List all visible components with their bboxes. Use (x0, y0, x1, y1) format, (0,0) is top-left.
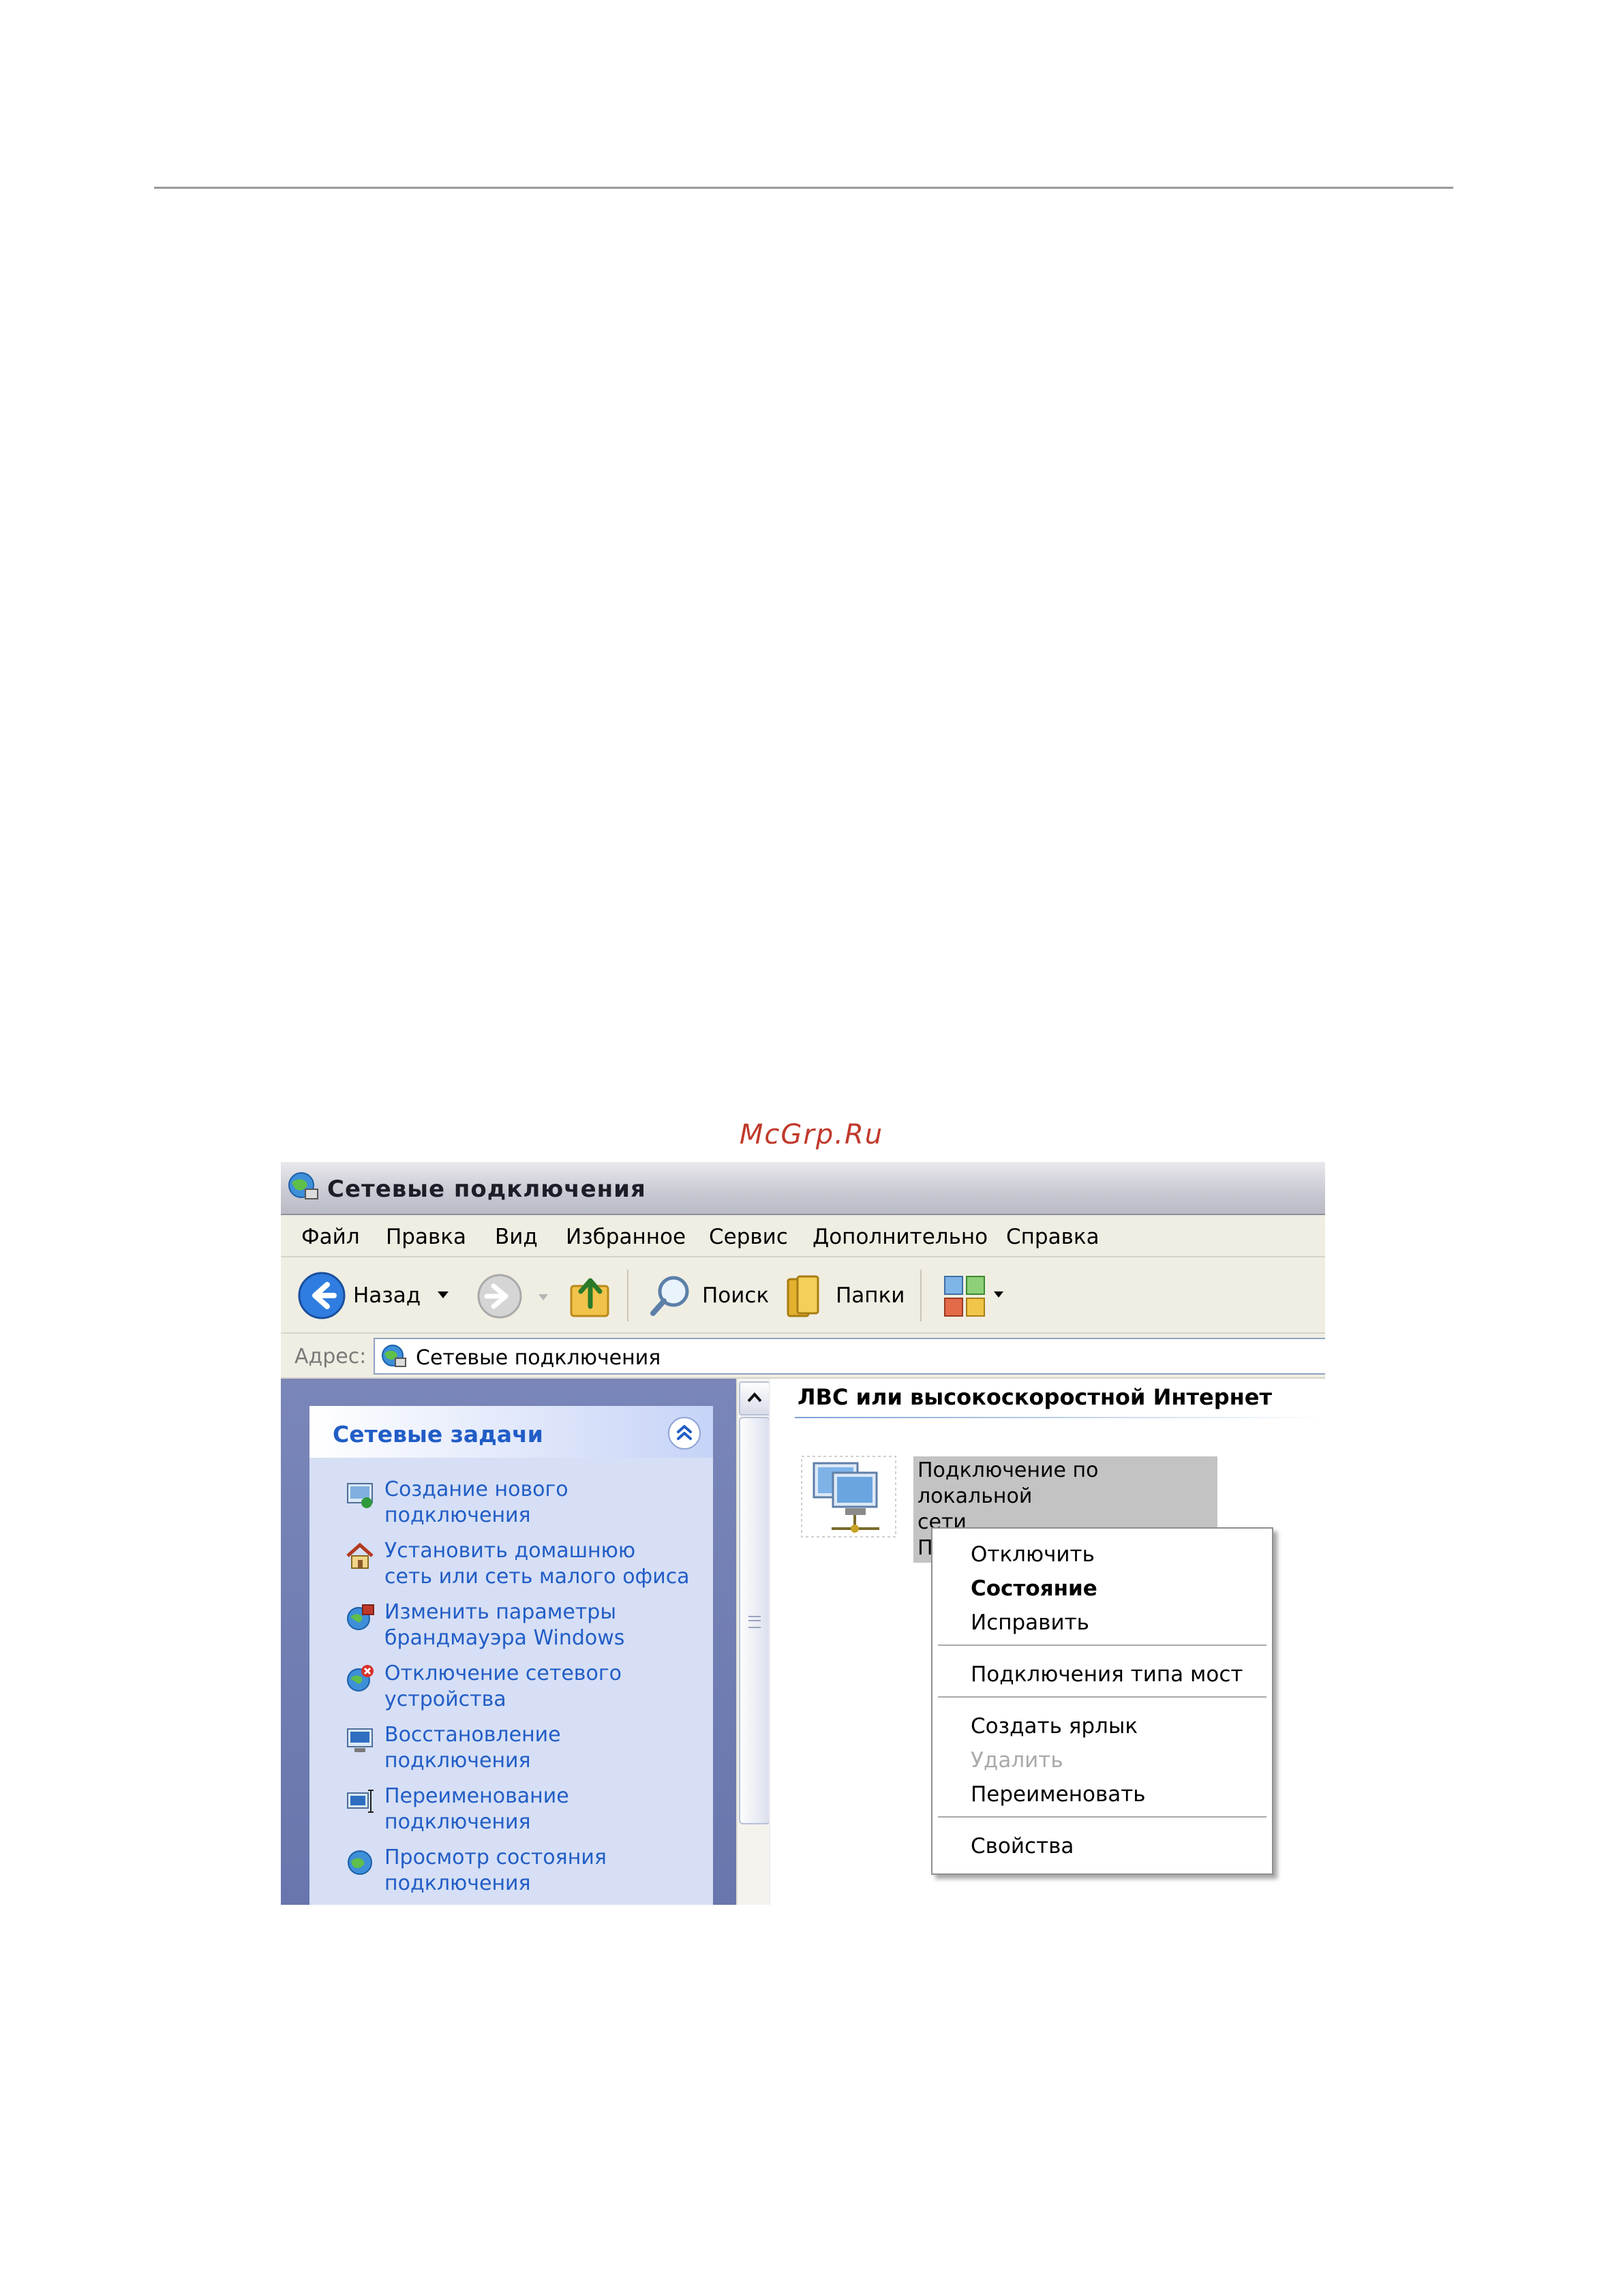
back-button[interactable]: Назад (297, 1270, 461, 1321)
task-pane: Сетевые задачи Создание нового подключени… (281, 1379, 736, 1905)
group-header: ЛВС или высокоскоростной Интернет (798, 1384, 1272, 1410)
forward-arrow-icon[interactable] (476, 1272, 524, 1320)
menu-advanced[interactable]: Дополнительно (813, 1225, 988, 1249)
collapse-button[interactable] (668, 1417, 701, 1450)
connection-name: Подключение по локальной (917, 1458, 1099, 1508)
title-bar[interactable]: Сетевые подключения (281, 1162, 1325, 1215)
search-button[interactable]: Поиск (648, 1270, 770, 1321)
context-menu: Отключить Состояние Исправить Подключени… (931, 1527, 1273, 1875)
task-pane-scrollbar[interactable] (736, 1379, 770, 1905)
menu-separator (938, 1696, 1266, 1698)
disable-device-icon (347, 1665, 374, 1692)
toolbar-separator (627, 1270, 628, 1321)
network-globe-icon (382, 1345, 406, 1367)
watermark: McGrp.Ru (739, 1119, 884, 1150)
page-header-rule (154, 187, 1453, 189)
address-value: Сетевые подключения (416, 1346, 661, 1370)
task-label: подключения (384, 1749, 531, 1773)
task-label: подключения (384, 1503, 531, 1527)
toolbar: Назад Поиск Папки (281, 1257, 1325, 1334)
ctx-disable[interactable]: Отключить (971, 1542, 1095, 1567)
repair-connection-icon (347, 1728, 373, 1752)
menu-tools[interactable]: Сервис (709, 1225, 788, 1249)
task-label: Просмотр состояния (384, 1846, 607, 1869)
scroll-up-button[interactable] (739, 1381, 770, 1415)
address-bar: Адрес: Сетевые подключения (281, 1334, 1325, 1379)
network-connections-window: Сетевые подключения Файл Правка Вид Избр… (281, 1162, 1325, 1905)
chevron-up-double-icon (677, 1425, 692, 1440)
folders-icon (787, 1275, 819, 1317)
network-tasks-title: Сетевые задачи (333, 1421, 543, 1448)
chevron-down-icon[interactable] (438, 1291, 449, 1300)
ctx-properties[interactable]: Свойства (971, 1834, 1074, 1858)
task-label: подключения (384, 1871, 531, 1895)
search-label: Поиск (702, 1283, 770, 1308)
menu-separator (938, 1644, 1266, 1646)
address-input[interactable]: Сетевые подключения (374, 1338, 1325, 1375)
network-globe-icon (288, 1172, 318, 1199)
search-icon (650, 1276, 689, 1316)
back-arrow-icon (298, 1272, 346, 1319)
chevron-down-icon[interactable] (539, 1294, 548, 1301)
new-connection-icon (347, 1483, 373, 1508)
view-status-icon (348, 1850, 372, 1875)
address-label: Адрес: (294, 1345, 367, 1368)
folders-button[interactable]: Папки (784, 1270, 907, 1321)
back-label: Назад (353, 1283, 421, 1308)
menu-favorites[interactable]: Избранное (566, 1225, 686, 1249)
scroll-thumb[interactable] (739, 1417, 770, 1824)
rename-connection-icon (347, 1790, 374, 1813)
scroll-grip (748, 1616, 761, 1628)
task-label: сеть или сеть малого офиса (384, 1565, 690, 1589)
menu-view[interactable]: Вид (495, 1225, 538, 1249)
network-tasks-panel: Сетевые задачи Создание нового подключени… (309, 1406, 713, 1905)
network-tasks-header[interactable]: Сетевые задачи (309, 1406, 713, 1458)
home-network-icon (346, 1542, 374, 1569)
task-label: подключения (384, 1810, 531, 1834)
task-label: устройства (384, 1687, 506, 1711)
task-label: Переименование (384, 1784, 569, 1808)
ctx-create-shortcut[interactable]: Создать ярлык (971, 1714, 1138, 1739)
task-label: Установить домашнюю (384, 1539, 636, 1563)
menu-separator (938, 1816, 1266, 1818)
ctx-bridge-connections[interactable]: Подключения типа мост (971, 1662, 1243, 1687)
ctx-rename[interactable]: Переименовать (971, 1782, 1146, 1807)
up-folder-icon[interactable] (566, 1272, 613, 1320)
ctx-delete: Удалить (971, 1748, 1063, 1773)
group-divider (795, 1417, 1325, 1418)
views-icon (944, 1276, 985, 1317)
menu-help[interactable]: Справка (1006, 1225, 1099, 1249)
task-label: Восстановление (384, 1723, 561, 1747)
task-label: брандмауэра Windows (384, 1626, 625, 1650)
chevron-up-icon (747, 1392, 762, 1403)
views-button[interactable] (942, 1274, 1010, 1319)
menu-file[interactable]: Файл (301, 1225, 360, 1249)
lan-connection-icon[interactable] (798, 1452, 900, 1541)
ctx-status[interactable]: Состояние (971, 1576, 1097, 1601)
task-label: Создание нового (384, 1478, 568, 1501)
ctx-repair[interactable]: Исправить (971, 1610, 1089, 1635)
task-label: Изменить параметры (384, 1600, 617, 1624)
toolbar-separator (920, 1270, 922, 1321)
window-title: Сетевые подключения (327, 1176, 646, 1203)
folders-label: Папки (836, 1283, 905, 1308)
task-label: Отключение сетевого (384, 1662, 622, 1685)
menu-bar: Файл Правка Вид Избранное Сервис Дополни… (281, 1215, 1325, 1257)
menu-edit[interactable]: Правка (386, 1225, 466, 1249)
firewall-icon (347, 1604, 374, 1630)
chevron-down-icon (994, 1291, 1003, 1298)
